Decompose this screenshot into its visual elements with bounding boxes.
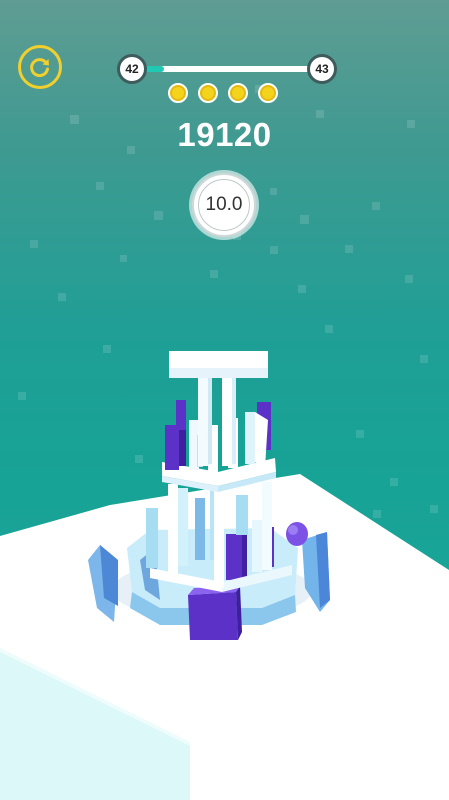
- restart-button[interactable]: [18, 45, 62, 89]
- timer-ring: [198, 179, 250, 231]
- level-progress-track: [135, 66, 319, 72]
- score: 19120: [177, 116, 272, 153]
- next-level-badge: 43: [307, 54, 337, 84]
- coin-icon: [198, 83, 218, 103]
- purple-block: [226, 534, 242, 580]
- coin-row: [168, 83, 278, 103]
- coin-icon: [228, 83, 248, 103]
- coin-icon: [258, 83, 278, 103]
- timer-badge: 10.0: [192, 173, 256, 237]
- coin-icon: [168, 83, 188, 103]
- purple-block: [188, 592, 238, 640]
- purple-sphere: [286, 522, 308, 546]
- restart-icon: [30, 58, 49, 78]
- level-progress: 42 43: [117, 54, 337, 84]
- current-level-badge: 42: [117, 54, 147, 84]
